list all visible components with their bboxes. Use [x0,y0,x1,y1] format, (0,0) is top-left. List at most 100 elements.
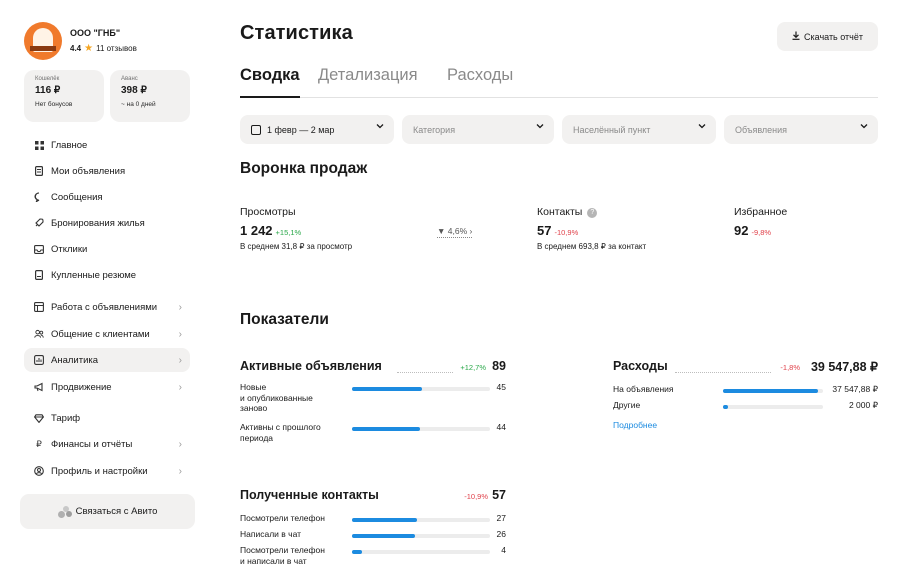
progress-track [723,405,823,409]
grid-icon [34,140,44,150]
document-icon [34,166,44,176]
bar-chart-icon [34,355,44,365]
download-label: Скачать отчёт [804,31,863,42]
page-title: Статистика [240,22,353,44]
resume-icon [34,270,44,280]
avito-logo-icon [57,505,72,518]
ruble-icon: ₽ [36,438,42,449]
sidebar-item-bought-resumes[interactable]: Купленные резюме [24,263,190,287]
listings-select[interactable]: Объявления [724,115,878,144]
row-label: Посмотрели телефон [240,513,325,523]
block-total: 89 [492,359,506,373]
progress-track [352,534,490,538]
sidebar-item-responses[interactable]: Отклики [24,237,190,261]
progress-fill [352,518,417,522]
people-icon [34,329,44,339]
indicator-row: Другие 2 000 ₽ [613,400,878,412]
sidebar-item-bookings[interactable]: Бронирования жилья [24,211,190,235]
chevron-right-icon: › [178,328,182,340]
wallet-card[interactable]: Кошелёк 116 ₽ Нет бонусов [24,70,104,122]
kpi-average: В среднем 31,8 ₽ за просмотр [240,242,353,251]
chevron-right-icon: › [178,438,182,450]
rocket-icon [34,218,44,228]
block-total: 39 547,88 ₽ [810,360,878,374]
row-value: 37 547,88 ₽ [832,384,878,394]
sidebar-item-label: Профиль и настройки [51,465,148,477]
kpi-value: 57 [537,223,552,238]
sidebar-item-profile-settings[interactable]: Профиль и настройки › [24,459,190,483]
row-value: 27 [496,513,506,523]
date-range-select[interactable]: 1 февр — 2 мар [240,115,394,144]
sidebar-item-my-listings[interactable]: Мои объявления [24,159,190,183]
chevron-down-icon [536,124,544,129]
contact-avito-button[interactable]: Связаться с Авито [20,494,195,529]
wallet-label: Кошелёк [35,76,60,82]
sidebar-item-label: Продвижение [51,381,112,393]
progress-fill [352,427,420,431]
kpi-favorites: Избранное 92 -9,8% [734,206,787,238]
row-value: 4 [501,545,506,555]
kpi-average: В среднем 693,8 ₽ за контакт [537,242,647,251]
kpi-delta: +15,1% [275,228,302,237]
indicator-row: Написали в чат 26 [240,529,506,541]
megaphone-icon [34,382,44,392]
block-delta: -10,9% [464,492,488,501]
sidebar: ООО "ГНБ" 4.4 ★ 11 отзывов Кошелёк 116 ₽… [0,0,215,588]
row-value: 2 000 ₽ [848,400,878,410]
kpi-views: Просмотры 1 242 +15,1% В среднем 31,8 ₽ … [240,206,352,251]
row-label: Посмотрели телефон и написали в чат [240,545,325,566]
sidebar-item-label: Сообщения [51,191,103,203]
block-title: Расходы [613,359,668,373]
rating-score: 4.4 [70,44,82,53]
download-report-button[interactable]: Скачать отчёт [777,22,878,51]
active-listings-block: Активные объявления +12,7% 89 Новые и оп… [240,359,506,449]
sidebar-item-tariff[interactable]: Тариф [24,406,190,430]
tab-expenses[interactable]: Расходы [447,66,513,98]
user-circle-icon [34,466,44,476]
wallet-cards: Кошелёк 116 ₽ Нет бонусов Аванс 398 ₽ ~ … [24,70,190,122]
tab-summary[interactable]: Сводка [240,66,300,98]
sidebar-item-finance[interactable]: ₽ Финансы и отчёты › [24,432,190,456]
kpi-name: Контакты [537,206,583,218]
kpi-value: 1 242 [240,223,273,238]
tab-details[interactable]: Детализация [318,66,418,98]
chevron-right-icon: › [178,301,182,313]
progress-track [352,387,490,391]
row-label: Активны с прошлого периода [240,422,321,443]
sidebar-item-label: Общение с клиентами [51,328,150,340]
locality-select[interactable]: Населённый пункт [562,115,716,144]
listing-tools-icon [34,302,44,312]
sidebar-item-analytics[interactable]: Аналитика › [24,348,190,372]
category-select[interactable]: Категория [402,115,554,144]
more-details-link[interactable]: Подробнее [613,420,657,430]
calendar-icon [251,124,261,135]
help-icon[interactable]: ? [587,208,598,218]
sidebar-item-label: Отклики [51,243,88,255]
conversion-link[interactable]: ▼ 4,6% › [437,226,473,238]
reviews-link[interactable]: 11 отзывов [96,44,137,53]
chevron-down-icon [376,124,384,129]
indicator-row: На объявления 37 547,88 ₽ [613,384,878,396]
company-name[interactable]: ООО "ГНБ" [70,28,137,38]
indicator-row: Новые и опубликованные заново 45 [240,382,506,416]
profile-card[interactable]: ООО "ГНБ" 4.4 ★ 11 отзывов [24,22,137,60]
sidebar-item-listing-tools[interactable]: Работа с объявлениями › [24,295,190,319]
block-title: Активные объявления [240,359,382,373]
progress-track [352,518,490,522]
chevron-down-icon [860,124,868,129]
sidebar-item-main[interactable]: Главное [24,133,190,157]
advance-card[interactable]: Аванс 398 ₽ ~ на 0 дней [110,70,190,122]
sidebar-item-messages[interactable]: Сообщения [24,185,190,209]
progress-track [352,427,490,431]
sidebar-item-promotion[interactable]: Продвижение › [24,375,190,399]
advance-value: 398 ₽ [121,85,147,96]
contact-avito-label: Связаться с Авито [75,506,158,517]
row-value: 44 [496,422,506,432]
kpi-contacts: Контакты ? 57 -10,9% В среднем 693,8 ₽ з… [537,206,646,251]
sidebar-item-clients[interactable]: Общение с клиентами › [24,322,190,346]
progress-track [723,389,823,393]
company-avatar[interactable] [24,22,62,60]
conversion-value: 4,6% [447,226,468,236]
progress-track [352,550,490,554]
chevron-right-icon: › [178,465,182,477]
